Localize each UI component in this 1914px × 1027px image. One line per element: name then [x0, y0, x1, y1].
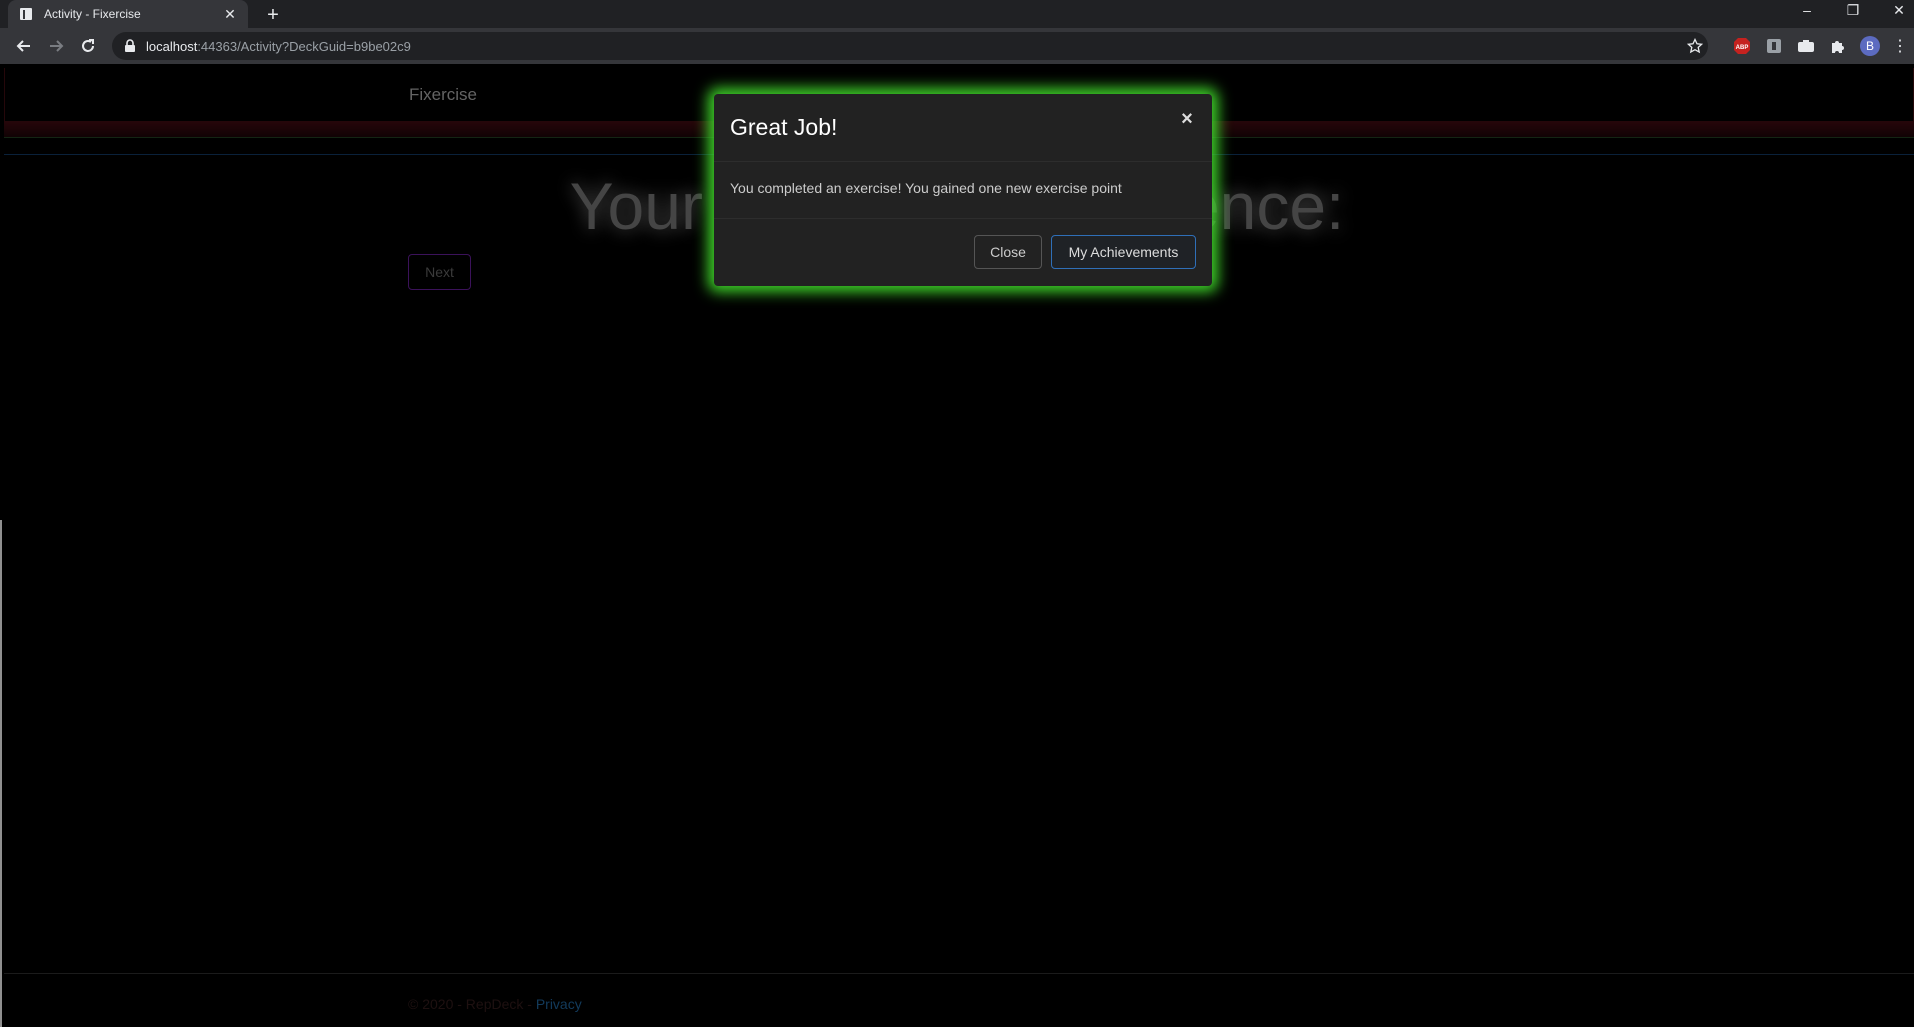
minimize-icon[interactable]: –	[1784, 0, 1830, 20]
back-icon[interactable]	[12, 34, 36, 58]
modal-title: Great Job!	[730, 114, 838, 140]
svg-text:ABP: ABP	[1736, 45, 1749, 51]
modal-close-icon[interactable]: ×	[1178, 109, 1196, 129]
profile-avatar[interactable]: B	[1860, 36, 1880, 56]
bookmark-star-icon[interactable]	[1686, 37, 1704, 55]
puzzle-icon[interactable]	[1828, 36, 1848, 56]
reload-icon[interactable]	[76, 34, 100, 58]
lock-icon	[124, 39, 138, 53]
browser-tab[interactable]: Activity - Fixercise ✕	[8, 0, 248, 28]
url-path: :44363/Activity?DeckGuid=b9be02c9	[197, 38, 411, 54]
browser-toolbar: localhost:44363/Activity?DeckGuid=b9be02…	[0, 28, 1914, 64]
adblock-plus-icon[interactable]: ABP	[1732, 36, 1752, 56]
modal-header: Great Job! ×	[714, 94, 1212, 162]
modal-footer: Close My Achievements	[714, 218, 1212, 286]
forward-icon[interactable]	[44, 34, 68, 58]
address-bar[interactable]: localhost:44363/Activity?DeckGuid=b9be02…	[112, 32, 1708, 60]
extension-icon[interactable]	[1764, 36, 1784, 56]
tab-title: Activity - Fixercise	[44, 7, 141, 21]
tab-close-icon[interactable]: ✕	[222, 6, 238, 22]
window-close-icon[interactable]: ✕	[1876, 0, 1914, 20]
restore-icon[interactable]: ❐	[1830, 0, 1876, 20]
url-host: localhost	[146, 38, 198, 54]
great-job-modal: Great Job! × You completed an exercise! …	[714, 94, 1212, 286]
new-tab-button[interactable]: +	[262, 4, 284, 26]
modal-message: You completed an exercise! You gained on…	[730, 180, 1122, 196]
close-button[interactable]: Close	[974, 235, 1042, 269]
page-icon	[18, 6, 34, 22]
menu-kebab-icon[interactable]: ⋮	[1890, 36, 1910, 56]
browser-tabstrip: Activity - Fixercise ✕ + – ❐ ✕	[0, 0, 1914, 28]
my-achievements-button[interactable]: My Achievements	[1051, 235, 1196, 269]
camera-extension-icon[interactable]	[1796, 36, 1816, 56]
